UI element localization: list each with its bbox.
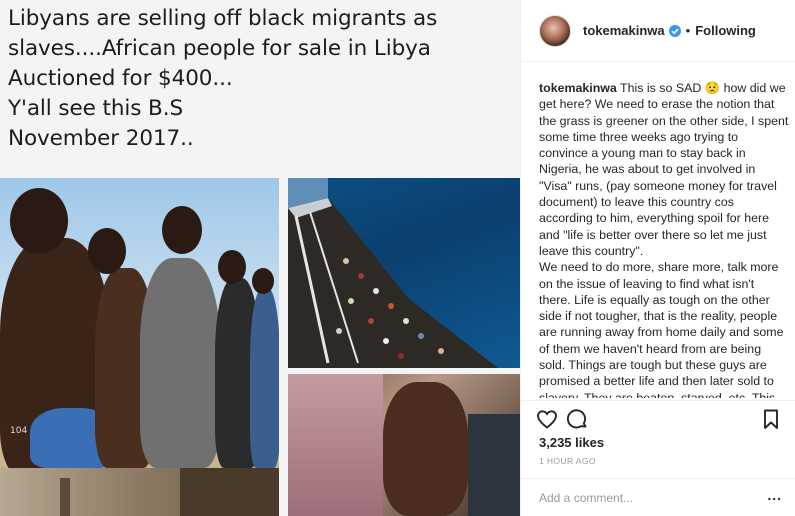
add-comment-bar: ... (521, 478, 795, 516)
figure-head (162, 206, 202, 254)
photo-watermark: 104 (10, 426, 28, 436)
crowd-person (358, 273, 364, 279)
post-sidebar: tokemakinwa • Following tokemakinwa This… (520, 0, 795, 516)
comment-icon[interactable] (565, 407, 589, 431)
avatar[interactable] (539, 14, 571, 47)
post-timestamp[interactable]: 1 HOUR AGO (539, 456, 596, 466)
crowd-person (368, 318, 374, 324)
dark-headscarf (468, 414, 520, 516)
crowd-person (398, 353, 404, 359)
bottom-photo-strip (0, 468, 279, 516)
figure-head (218, 250, 246, 284)
comment-author[interactable]: tokemakinwa (539, 81, 617, 95)
crowd-person (336, 328, 342, 334)
verified-badge-icon (668, 24, 681, 37)
crowd-person (388, 303, 394, 309)
likes-count[interactable]: 3,235 likes (539, 435, 604, 450)
instagram-post-window: Libyans are selling off black migrants a… (0, 0, 795, 516)
image-caption-text: Libyans are selling off black migrants a… (8, 6, 438, 151)
crowd-person (438, 348, 444, 354)
header-separator: • (685, 23, 691, 38)
crowd-person (343, 258, 349, 264)
boat-crowd-illustration (288, 178, 498, 368)
post-pole (60, 478, 70, 516)
action-bar (521, 400, 795, 436)
woman-face (383, 382, 468, 516)
bookmark-icon[interactable] (759, 407, 783, 431)
add-comment-input[interactable] (539, 489, 749, 507)
figure-head (88, 228, 126, 274)
post-image[interactable]: Libyans are selling off black migrants a… (0, 0, 520, 516)
crowd-person (348, 298, 354, 304)
crowd-person (418, 333, 424, 339)
boat-photo (288, 178, 520, 368)
more-options-button[interactable]: ... (767, 487, 782, 503)
crowd-person (403, 318, 409, 324)
figure-head (252, 268, 274, 294)
crowd-person (373, 288, 379, 294)
crowd-person (383, 338, 389, 344)
comment-body: This is so SAD 😟 how did we get here? We… (539, 81, 789, 398)
following-button[interactable]: Following (695, 23, 756, 38)
figure-line-man (250, 288, 279, 468)
post-header: tokemakinwa • Following (521, 0, 795, 62)
pink-headscarf (288, 374, 383, 516)
migrants-photo: 104 (0, 178, 279, 468)
caption-comment: tokemakinwa This is so SAD 😟 how did we … (539, 80, 789, 398)
header-username[interactable]: tokemakinwa (583, 23, 665, 38)
shadow-area (180, 468, 279, 516)
woman-photo (288, 374, 520, 516)
heart-icon[interactable] (535, 407, 559, 431)
figure-head (10, 188, 68, 254)
figure-grey-shirt-man (140, 258, 220, 468)
